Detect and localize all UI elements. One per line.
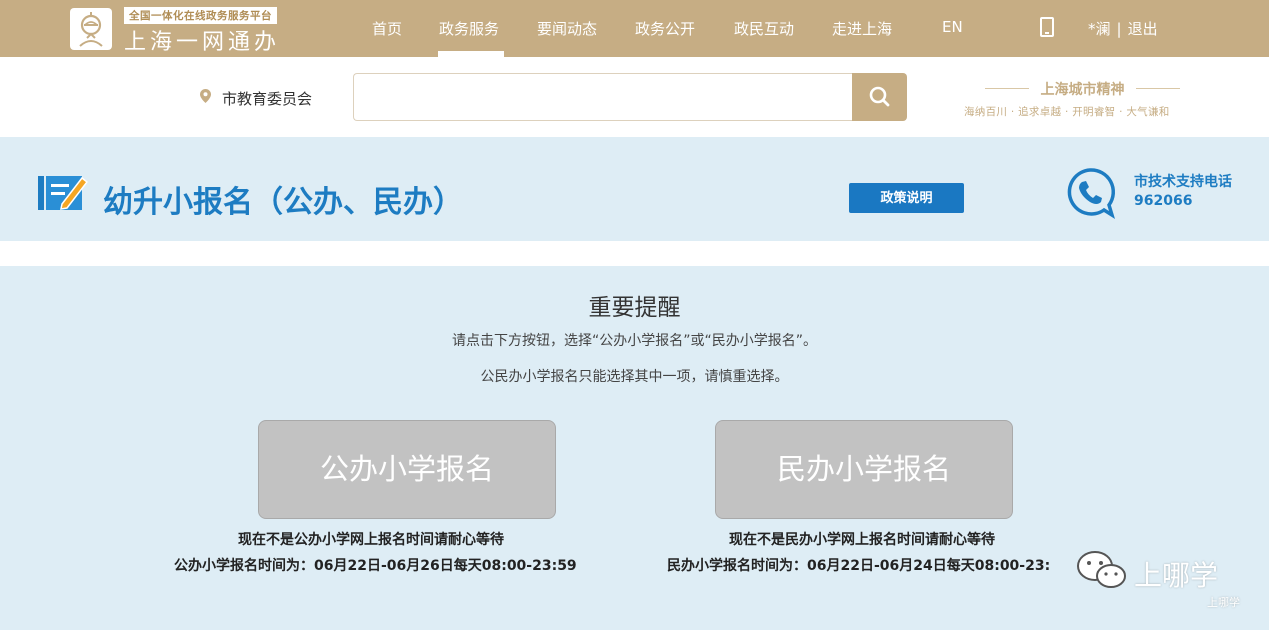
username[interactable]: *澜 bbox=[1088, 20, 1111, 38]
nav-government-services[interactable]: 政务服务 bbox=[439, 18, 499, 39]
search-button[interactable] bbox=[852, 73, 907, 121]
public-wait-message: 现在不是公办小学网上报名时间请耐心等待 bbox=[238, 532, 504, 548]
search-icon bbox=[869, 86, 890, 107]
city-spirit-title: 上海城市精神 bbox=[985, 79, 1180, 99]
watermark-small-text: 上哪学 bbox=[1207, 596, 1240, 609]
notice-title: 重要提醒 bbox=[588, 295, 681, 321]
notice-warning: 公民办小学报名只能选择其中一项，请慎重选择。 bbox=[480, 369, 789, 385]
logo-title[interactable]: 上海一网通办 bbox=[124, 24, 280, 56]
public-registration-time: 公办小学报名时间为：06月22日-06月26日每天08:00-23:59 bbox=[174, 558, 577, 574]
nav-news[interactable]: 要闻动态 bbox=[537, 18, 597, 39]
private-school-register-button[interactable]: 民办小学报名 bbox=[715, 420, 1013, 519]
site-logo-icon[interactable] bbox=[70, 8, 112, 50]
user-separator: | bbox=[1116, 20, 1122, 38]
nav-about-shanghai[interactable]: 走进上海 bbox=[832, 18, 892, 39]
private-registration-time: 民办小学报名时间为：06月22日-06月24日每天08:00-23: bbox=[667, 558, 1051, 574]
logout-link[interactable]: 退出 bbox=[1128, 20, 1158, 38]
location-label[interactable]: 市教育委员会 bbox=[222, 88, 312, 109]
form-edit-icon bbox=[38, 176, 88, 210]
wechat-icon bbox=[1077, 551, 1126, 588]
service-title: 幼升小报名（公办、民办） bbox=[103, 185, 463, 220]
nav-home[interactable]: 首页 bbox=[372, 18, 402, 39]
search-input[interactable] bbox=[353, 73, 853, 121]
support-phone-number: 962066 bbox=[1134, 193, 1193, 209]
public-school-register-button[interactable]: 公办小学报名 bbox=[258, 420, 556, 519]
top-navigation-bar: 全国一体化在线政务服务平台 上海一网通办 首页 政务服务 要闻动态 政务公开 政… bbox=[0, 0, 1269, 57]
phone-support-icon bbox=[1067, 168, 1116, 219]
watermark-text: 上哪学 bbox=[1134, 559, 1219, 592]
policy-button[interactable]: 政策说明 bbox=[849, 183, 964, 213]
logo-subtitle: 全国一体化在线政务服务平台 bbox=[124, 7, 277, 24]
nav-active-indicator bbox=[438, 51, 504, 57]
nav-public-affairs[interactable]: 政务公开 bbox=[635, 18, 695, 39]
location-pin-icon bbox=[200, 89, 211, 103]
city-spirit-slogan: 海纳百川 · 追求卓越 · 开明睿智 · 大气谦和 bbox=[964, 106, 1170, 118]
support-phone-label: 市技术支持电话 bbox=[1134, 174, 1232, 190]
private-wait-message: 现在不是民办小学网上报名时间请耐心等待 bbox=[729, 532, 995, 548]
user-area: *澜 | 退出 bbox=[1088, 18, 1158, 39]
mobile-phone-icon[interactable] bbox=[1040, 17, 1054, 37]
nav-interaction[interactable]: 政民互动 bbox=[734, 18, 794, 39]
notice-instruction: 请点击下方按钮，选择“公办小学报名”或“民办小学报名”。 bbox=[451, 333, 817, 349]
nav-english[interactable]: EN bbox=[942, 18, 963, 36]
